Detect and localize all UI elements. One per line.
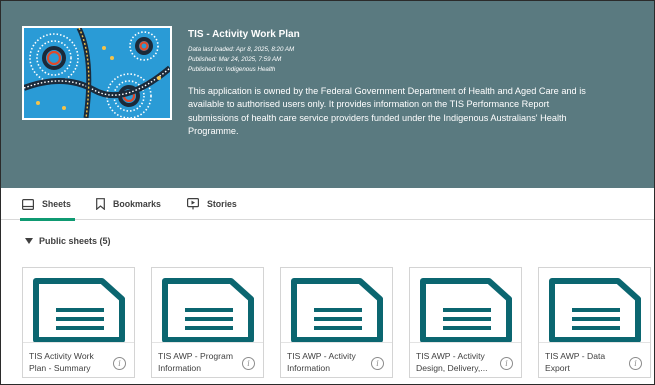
app-overview: TIS - Activity Work Plan Data last loade… [0, 0, 655, 385]
sheet-card[interactable]: TIS AWP - Data Export i [538, 267, 651, 378]
card-divider [410, 342, 521, 343]
aboriginal-art-image [24, 28, 170, 118]
document-icon [548, 278, 641, 342]
sheet-title: TIS Activity Work Plan - Summary [29, 351, 94, 373]
tab-sheets-label: Sheets [42, 199, 71, 209]
tab-stories-label: Stories [207, 199, 237, 209]
document-icon [290, 278, 383, 342]
card-divider [23, 342, 134, 343]
sheet-icon [22, 198, 34, 210]
tab-sheets[interactable]: Sheets [20, 188, 75, 221]
document-icon [161, 278, 254, 342]
sheet-thumbnail [410, 268, 521, 342]
app-thumbnail [22, 26, 172, 120]
sheet-thumbnail [281, 268, 392, 342]
tab-bookmarks-label: Bookmarks [113, 199, 161, 209]
story-icon [187, 198, 199, 210]
app-header: TIS - Activity Work Plan Data last loade… [1, 1, 654, 188]
public-sheets-toggle[interactable]: Public sheets (5) [25, 236, 111, 246]
public-sheets-label: Public sheets (5) [39, 236, 111, 246]
card-divider [152, 342, 263, 343]
bookmark-icon [96, 198, 105, 210]
sheet-card[interactable]: TIS AWP - Activity Design, Delivery,... … [409, 267, 522, 378]
info-icon[interactable]: i [242, 357, 255, 370]
tab-bar: Sheets Bookmarks Stories [1, 188, 654, 221]
sheet-card[interactable]: TIS AWP - Program Information i [151, 267, 264, 378]
sheet-title: TIS AWP - Activity Information [287, 351, 356, 373]
sheet-title: TIS AWP - Data Export [545, 351, 606, 373]
sheet-card[interactable]: TIS Activity Work Plan - Summary i [22, 267, 135, 378]
app-title: TIS - Activity Work Plan [188, 29, 300, 40]
sheet-title: TIS AWP - Activity Design, Delivery,... [416, 351, 488, 373]
sheet-thumbnail [539, 268, 650, 342]
sheet-title: TIS AWP - Program Information [158, 351, 233, 373]
published-to: Published to: Indigenous Health [188, 66, 276, 73]
info-icon[interactable]: i [500, 357, 513, 370]
sheet-thumbnail [23, 268, 134, 342]
sheet-thumbnail [152, 268, 263, 342]
data-last-loaded: Data last loaded: Apr 8, 2025, 8:20 AM [188, 46, 295, 53]
tab-stories[interactable]: Stories [187, 188, 237, 220]
card-divider [281, 342, 392, 343]
info-icon[interactable]: i [371, 357, 384, 370]
document-icon [32, 278, 125, 342]
caret-down-icon [25, 238, 33, 244]
published-date: Published: Mar 24, 2025, 7:59 AM [188, 56, 282, 63]
document-icon [419, 278, 512, 342]
info-icon[interactable]: i [629, 357, 642, 370]
card-divider [539, 342, 650, 343]
sheet-card[interactable]: TIS AWP - Activity Information i [280, 267, 393, 378]
app-description: This application is owned by the Federal… [188, 86, 586, 136]
tab-bookmarks[interactable]: Bookmarks [96, 188, 161, 220]
info-icon[interactable]: i [113, 357, 126, 370]
